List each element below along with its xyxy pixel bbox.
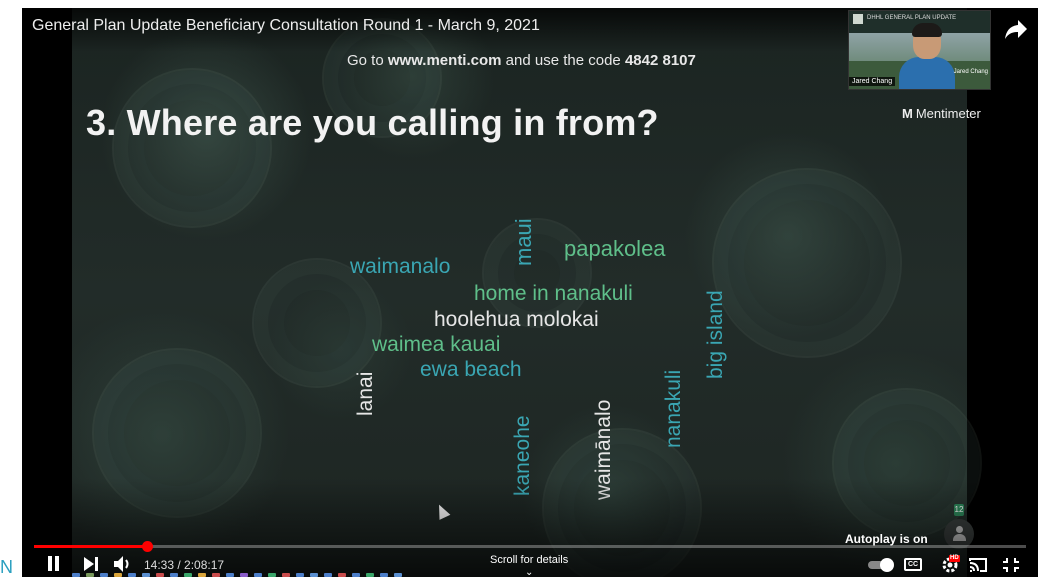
word-cloud-word: big island bbox=[704, 290, 727, 379]
webcam-name: Jared Chang bbox=[849, 77, 896, 86]
word-cloud-word: waimanalo bbox=[350, 255, 451, 278]
progress-scrubber-handle[interactable] bbox=[141, 541, 153, 552]
taskbar-icon bbox=[184, 573, 192, 577]
share-icon[interactable] bbox=[1004, 18, 1028, 40]
instruction-middle: and use the code bbox=[505, 52, 621, 69]
succulent-decoration bbox=[712, 168, 902, 358]
background-partial-letter: N bbox=[0, 557, 13, 577]
taskbar-icon bbox=[394, 573, 402, 577]
taskbar-icon bbox=[72, 573, 80, 577]
presenter-hair bbox=[912, 23, 942, 37]
instruction-prefix: Go to bbox=[347, 52, 384, 69]
menti-instructions: Go to www.menti.com and use the code 484… bbox=[347, 52, 696, 69]
taskbar-icon bbox=[352, 573, 360, 577]
succulent-decoration bbox=[112, 68, 272, 228]
menti-url: www.menti.com bbox=[387, 52, 502, 69]
webcam-banner: DHHL GENERAL PLAN UPDATE bbox=[867, 15, 957, 21]
taskbar-icon bbox=[226, 573, 234, 577]
current-time: 14:33 bbox=[144, 558, 175, 572]
taskbar-icon bbox=[268, 573, 276, 577]
volume-button[interactable] bbox=[113, 555, 133, 573]
duration: 2:08:17 bbox=[184, 558, 225, 572]
word-cloud-word: home in nanakuli bbox=[474, 282, 633, 305]
progress-bar-fill bbox=[34, 545, 147, 548]
word-cloud-word: maui bbox=[511, 218, 536, 266]
autoplay-label: Autoplay is on bbox=[845, 532, 928, 546]
taskbar-icon bbox=[170, 573, 178, 577]
mentimeter-logo: M Mentimeter bbox=[902, 106, 981, 121]
background-taskbar bbox=[72, 573, 472, 577]
taskbar-icon bbox=[86, 573, 94, 577]
taskbar-icon bbox=[310, 573, 318, 577]
word-cloud-word: papakolea bbox=[564, 236, 666, 261]
taskbar-icon bbox=[254, 573, 262, 577]
progress-bar[interactable] bbox=[34, 541, 1026, 552]
taskbar-icon bbox=[128, 573, 136, 577]
autoplay-knob-icon bbox=[880, 558, 894, 572]
dhhl-logo-icon bbox=[853, 14, 863, 24]
taskbar-icon bbox=[282, 573, 290, 577]
taskbar-icon bbox=[380, 573, 388, 577]
pause-icon bbox=[48, 556, 52, 571]
taskbar-icon bbox=[212, 573, 220, 577]
time-separator: / bbox=[174, 558, 185, 572]
webcam-name-secondary: Jared Chang bbox=[953, 69, 988, 75]
taskbar-icon bbox=[114, 573, 122, 577]
scroll-for-details[interactable]: Scroll for details bbox=[490, 554, 568, 566]
presenter-body bbox=[899, 57, 955, 89]
cast-icon[interactable] bbox=[968, 557, 988, 573]
taskbar-icon bbox=[240, 573, 248, 577]
mentimeter-brand: Mentimeter bbox=[915, 106, 981, 121]
taskbar-icon bbox=[198, 573, 206, 577]
pause-button[interactable] bbox=[46, 556, 62, 572]
pause-icon bbox=[55, 556, 59, 571]
taskbar-icon bbox=[156, 573, 164, 577]
next-video-button[interactable] bbox=[82, 556, 100, 572]
slide-question: 3. Where are you calling in from? bbox=[86, 102, 659, 143]
video-title[interactable]: General Plan Update Beneficiary Consulta… bbox=[32, 17, 540, 35]
hd-badge: HD bbox=[949, 555, 960, 562]
taskbar-icon bbox=[100, 573, 108, 577]
menti-code: 4842 8107 bbox=[624, 52, 696, 69]
taskbar-icon bbox=[338, 573, 346, 577]
word-cloud-word: lanai bbox=[354, 371, 377, 416]
word-cloud-word: nanakuli bbox=[662, 369, 685, 448]
taskbar-icon bbox=[366, 573, 374, 577]
autoplay-toggle[interactable] bbox=[868, 558, 894, 572]
taskbar-icon bbox=[296, 573, 304, 577]
webcam-overlay: DHHL GENERAL PLAN UPDATE Jared Chang Jar… bbox=[848, 10, 991, 90]
taskbar-icon bbox=[142, 573, 150, 577]
word-cloud-word: waimea kauai bbox=[372, 333, 501, 356]
taskbar-icon bbox=[324, 573, 332, 577]
chevron-down-icon[interactable]: ⌄ bbox=[525, 567, 533, 577]
word-cloud-word: ewa beach bbox=[420, 358, 522, 381]
video-player[interactable]: General Plan Update Beneficiary Consulta… bbox=[22, 8, 1038, 577]
subtitles-button[interactable]: CC bbox=[904, 558, 922, 571]
mentimeter-mark-icon: M bbox=[902, 106, 913, 121]
word-cloud-word: hoolehua molokai bbox=[434, 308, 599, 331]
exit-fullscreen-icon[interactable] bbox=[1002, 557, 1020, 573]
time-display: 14:33 / 2:08:17 bbox=[144, 558, 224, 572]
